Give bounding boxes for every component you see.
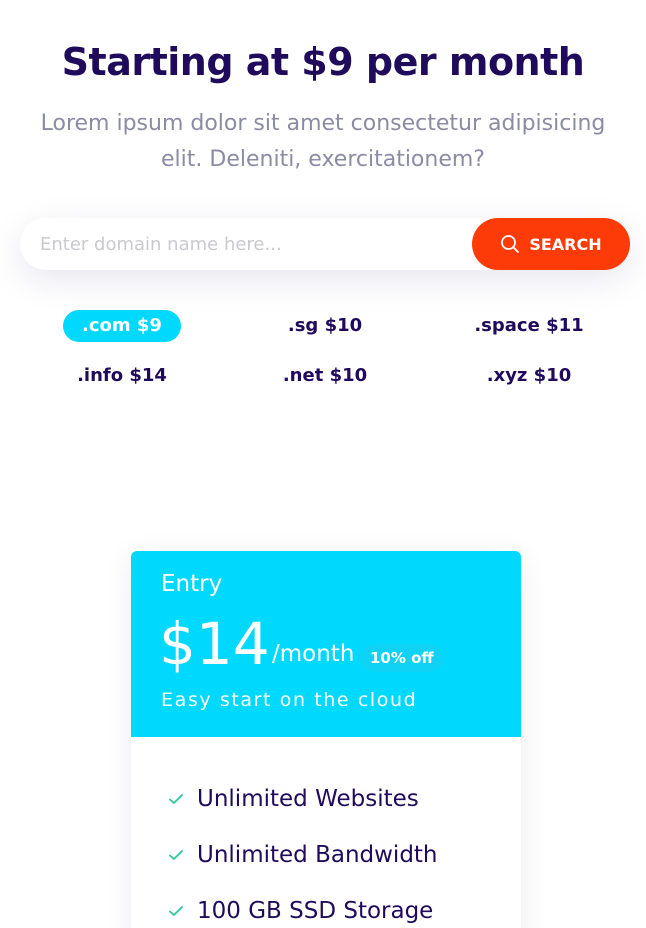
- domain-search-input[interactable]: [20, 218, 472, 270]
- check-icon: [167, 790, 185, 808]
- page-title: Starting at $9 per month: [61, 40, 585, 84]
- tld-com-pill[interactable]: .com $9: [63, 310, 181, 342]
- search-button-label: SEARCH: [529, 234, 602, 254]
- tld-xyz[interactable]: .xyz $10: [449, 360, 609, 392]
- pricing-page: Starting at $9 per month Lorem ipsum dol…: [0, 0, 646, 928]
- subtitle-line-2: elit. Deleniti, exercitationem?: [161, 147, 485, 172]
- pricing-card-entry: Entry $14 /month 10% off Easy start on t…: [131, 551, 521, 928]
- plan-price: $14: [159, 610, 270, 678]
- plan-name: Entry: [161, 571, 223, 597]
- feature-item: Unlimited Bandwidth: [167, 840, 438, 870]
- feature-label: 100 GB SSD Storage: [197, 898, 434, 924]
- search-icon: [500, 234, 520, 254]
- subtitle-line-1: Lorem ipsum dolor sit amet consectetur a…: [40, 111, 606, 136]
- feature-item: Unlimited Websites: [167, 784, 419, 814]
- check-icon: [167, 902, 185, 920]
- check-icon: [167, 846, 185, 864]
- feature-label: Unlimited Bandwidth: [197, 842, 438, 868]
- pricing-card-header: Entry $14 /month 10% off Easy start on t…: [131, 551, 521, 737]
- discount-badge: 10% off: [361, 644, 443, 672]
- tld-space[interactable]: .space $11: [449, 310, 609, 342]
- page-subtitle: Lorem ipsum dolor sit amet consectetur a…: [28, 106, 618, 178]
- tld-sg[interactable]: .sg $10: [245, 310, 405, 342]
- domain-search-bar: SEARCH: [20, 218, 630, 270]
- feature-item: 100 GB SSD Storage: [167, 896, 433, 926]
- tld-net[interactable]: .net $10: [245, 360, 405, 392]
- plan-tagline: Easy start on the cloud: [161, 689, 418, 711]
- plan-period: /month: [272, 641, 355, 667]
- feature-label: Unlimited Websites: [197, 786, 419, 812]
- search-button[interactable]: SEARCH: [472, 218, 630, 270]
- tld-info[interactable]: .info $14: [42, 360, 202, 392]
